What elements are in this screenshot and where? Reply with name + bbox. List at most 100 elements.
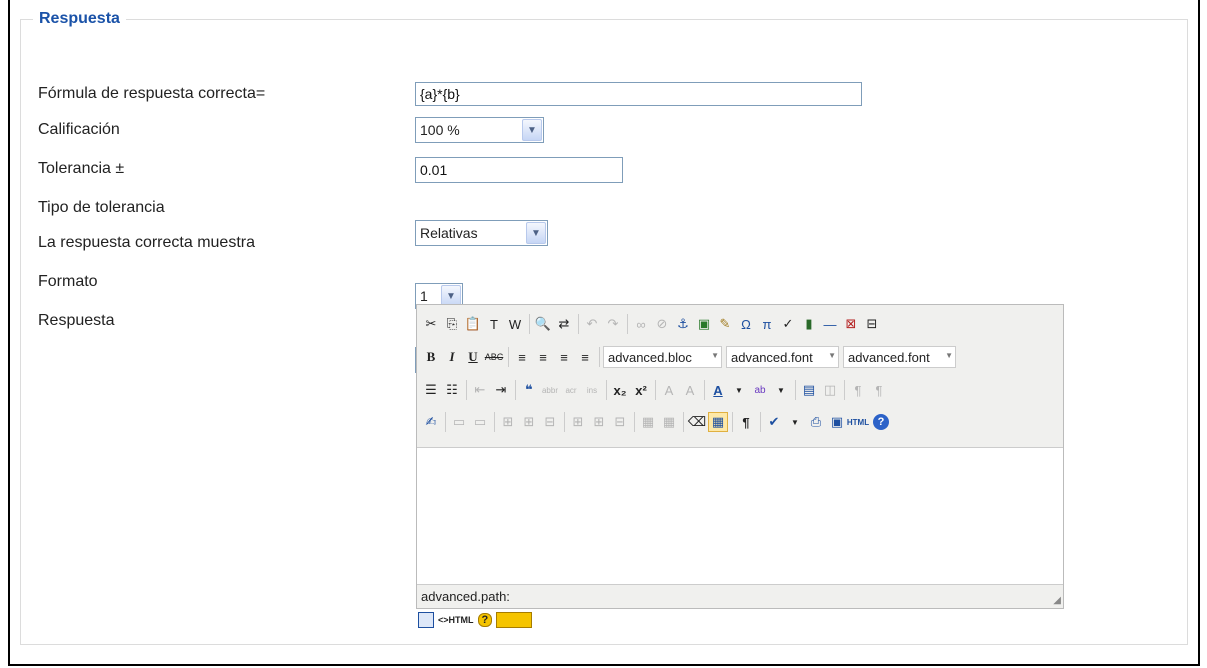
toolbar-separator	[795, 380, 796, 400]
anchor-icon[interactable]: ⚓	[673, 314, 693, 334]
move-layer-icon[interactable]: ◫	[820, 380, 840, 400]
page-icon[interactable]	[418, 612, 434, 628]
font-family-select[interactable]: advanced.font ▼	[726, 346, 839, 368]
row-before-icon[interactable]: ⊞	[498, 412, 518, 432]
grade-label: Calificación	[38, 121, 120, 138]
correct-shows-row: La respuesta correcta muestra	[38, 229, 255, 257]
print-icon[interactable]: ⎙	[806, 412, 826, 432]
editor-content-area[interactable]	[417, 447, 1063, 585]
col-after-icon[interactable]: ⊞	[589, 412, 609, 432]
align-justify-icon[interactable]: ≡	[575, 347, 595, 367]
delete-row-icon[interactable]: ⊟	[540, 412, 560, 432]
formula-input[interactable]	[415, 82, 862, 106]
chevron-down-icon[interactable]: ▼	[771, 380, 791, 400]
outdent-icon[interactable]: ⇤	[470, 380, 490, 400]
toolbar-row-1: ✂ ⎘ 📋 T W 🔍 ⇄ ↶ ↷ ∞ ⊘ ⚓ ▣ ✎ Ω π ✓ ▮ — ⊠ …	[421, 311, 883, 337]
format-label: Formato	[38, 273, 98, 290]
toolbar-separator	[732, 412, 733, 432]
media-icon[interactable]: ▮	[799, 314, 819, 334]
spellcheck-icon[interactable]: ✓	[778, 314, 798, 334]
highlight-color-icon[interactable]: ab	[750, 380, 770, 400]
hr-icon[interactable]: —	[820, 314, 840, 334]
undo-icon[interactable]: ↶	[582, 314, 602, 334]
delete-col-icon[interactable]: ⊟	[610, 412, 630, 432]
cut-icon[interactable]: ✂	[421, 314, 441, 334]
help-icon[interactable]: ?	[477, 613, 493, 627]
toolbar-separator	[760, 412, 761, 432]
insert-layer-icon[interactable]: ▤	[799, 380, 819, 400]
link-icon[interactable]: ∞	[631, 314, 651, 334]
format-row: Formato	[38, 268, 98, 296]
align-center-icon[interactable]: ≡	[533, 347, 553, 367]
chevron-down-icon[interactable]: ▼	[785, 412, 805, 432]
indent-icon[interactable]: ⇥	[491, 380, 511, 400]
ltr-icon[interactable]: ¶	[848, 380, 868, 400]
table-icon[interactable]: ▦	[708, 412, 728, 432]
toolbar-separator	[578, 314, 579, 334]
spellcheck-icon[interactable]: ✔	[764, 412, 784, 432]
chevron-down-icon: ▼	[526, 222, 546, 244]
math-icon[interactable]: π	[757, 314, 777, 334]
resize-handle-icon[interactable]: ◢	[1053, 595, 1061, 606]
unlink-icon[interactable]: ⊘	[652, 314, 672, 334]
table-row-icon[interactable]: ▭	[449, 412, 469, 432]
acronym-icon[interactable]: acr	[561, 380, 581, 400]
blockquote-icon[interactable]: ❝	[519, 380, 539, 400]
chevron-down-icon[interactable]: ▼	[729, 380, 749, 400]
underline-icon[interactable]: U	[463, 347, 483, 367]
tolerance-input[interactable]	[415, 157, 623, 183]
align-right-icon[interactable]: ≡	[554, 347, 574, 367]
copy-icon[interactable]: ⎘	[442, 314, 462, 334]
subscript-icon[interactable]: x₂	[610, 380, 630, 400]
image-icon[interactable]: ▣	[694, 314, 714, 334]
font-smaller-icon[interactable]: A	[659, 380, 679, 400]
toolbar-separator	[445, 412, 446, 432]
page-break-icon[interactable]: ⊟	[862, 314, 882, 334]
toolbar-separator	[627, 314, 628, 334]
strikethrough-icon[interactable]: ABC	[484, 347, 504, 367]
align-left-icon[interactable]: ≡	[512, 347, 532, 367]
bullet-list-icon[interactable]: ☰	[421, 380, 441, 400]
toolbar-separator	[655, 380, 656, 400]
numbered-list-icon[interactable]: ☷	[442, 380, 462, 400]
tolerance-type-select[interactable]: Relativas ▼	[415, 220, 548, 246]
merge-cells-icon[interactable]: ▦	[659, 412, 679, 432]
help-icon[interactable]: ?	[873, 414, 889, 430]
text-color-icon[interactable]: A	[708, 380, 728, 400]
paste-text-icon[interactable]: T	[484, 314, 504, 334]
abbr-icon[interactable]: abbr	[540, 380, 560, 400]
toolbar-separator	[508, 347, 509, 367]
font-larger-icon[interactable]: A	[680, 380, 700, 400]
table-cell-icon[interactable]: ▭	[470, 412, 490, 432]
italic-icon[interactable]: I	[442, 347, 462, 367]
redo-icon[interactable]: ↷	[603, 314, 623, 334]
col-before-icon[interactable]: ⊞	[568, 412, 588, 432]
pilcrow-icon[interactable]: ¶	[736, 412, 756, 432]
rtl-icon[interactable]: ¶	[869, 380, 889, 400]
special-char-icon[interactable]: Ω	[736, 314, 756, 334]
font-size-select[interactable]: advanced.font ▼	[843, 346, 956, 368]
row-after-icon[interactable]: ⊞	[519, 412, 539, 432]
edit-icon[interactable]: ✍	[421, 412, 441, 432]
replace-icon[interactable]: ⇄	[554, 314, 574, 334]
split-cells-icon[interactable]: ▦	[638, 412, 658, 432]
html-toggle[interactable]: <>HTML	[438, 615, 474, 625]
keyboard-icon[interactable]	[496, 612, 533, 628]
toolbar-separator	[529, 314, 530, 334]
superscript-icon[interactable]: x²	[631, 380, 651, 400]
toolbar-separator	[844, 380, 845, 400]
html-source-icon[interactable]: HTML	[847, 412, 869, 432]
block-format-select[interactable]: advanced.bloc ▼	[603, 346, 722, 368]
eraser-icon[interactable]: ⌫	[687, 412, 707, 432]
cleanup-icon[interactable]: ✎	[715, 314, 735, 334]
insert-icon[interactable]: ins	[582, 380, 602, 400]
grade-select[interactable]: 100 % ▼	[415, 117, 544, 143]
toolbar-separator	[466, 380, 467, 400]
find-icon[interactable]: 🔍	[533, 314, 553, 334]
fullscreen-icon[interactable]: ▣	[827, 412, 847, 432]
bold-icon[interactable]: B	[421, 347, 441, 367]
nolink-icon[interactable]: ⊠	[841, 314, 861, 334]
paste-word-icon[interactable]: W	[505, 314, 525, 334]
section-legend: Respuesta	[39, 10, 120, 27]
paste-icon[interactable]: 📋	[463, 314, 483, 334]
